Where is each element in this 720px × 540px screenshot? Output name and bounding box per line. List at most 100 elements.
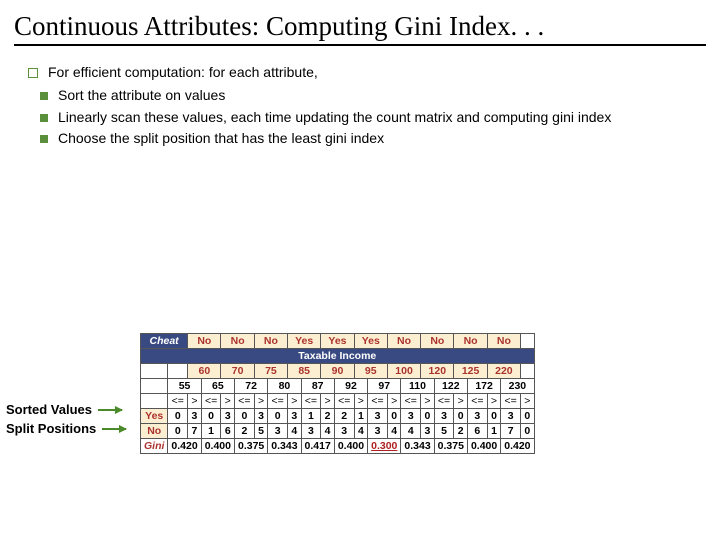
body-content: For efficient computation: for each attr… [0, 52, 720, 147]
arrow-icon [102, 428, 126, 430]
sub-bullet: Linearly scan these values, each time up… [40, 108, 692, 126]
cell: 70 [221, 364, 254, 379]
cell: <= [268, 394, 288, 409]
cell: 3 [368, 424, 388, 439]
cell: 65 [201, 379, 234, 394]
cell: 97 [368, 379, 401, 394]
cell: > [354, 394, 368, 409]
cell: 122 [434, 379, 467, 394]
sub-bullets: Sort the attribute on values Linearly sc… [40, 86, 692, 147]
cell: 2 [234, 424, 254, 439]
cell: 3 [301, 424, 321, 439]
cell: 5 [254, 424, 268, 439]
cell: > [188, 394, 202, 409]
cell: 3 [188, 409, 202, 424]
cell: <= [234, 394, 254, 409]
cell: 3 [334, 424, 354, 439]
cell: 6 [221, 424, 235, 439]
bullet1-text: For efficient computation: for each attr… [48, 64, 318, 80]
cell: 0.343 [268, 439, 301, 454]
cell: 0 [421, 409, 435, 424]
square-fill-icon [40, 92, 48, 100]
cell: Yes [354, 334, 387, 349]
cell [141, 364, 168, 379]
cell: > [221, 394, 235, 409]
cell: 4 [387, 424, 401, 439]
square-open-icon [28, 68, 38, 78]
cell: 80 [268, 379, 301, 394]
cell: 3 [288, 409, 302, 424]
cell: 3 [221, 409, 235, 424]
cell: 0.343 [401, 439, 434, 454]
cell: <= [501, 394, 521, 409]
cell: 2 [321, 409, 335, 424]
cell: 55 [168, 379, 201, 394]
cell: 100 [387, 364, 420, 379]
cell: <= [301, 394, 321, 409]
cell: No [454, 334, 487, 349]
cell: 0 [487, 409, 501, 424]
cell: No [421, 334, 454, 349]
cell: 0.375 [234, 439, 267, 454]
label-sorted: Sorted Values [6, 402, 92, 417]
sub-bullet-text: Linearly scan these values, each time up… [58, 108, 692, 126]
cell: Cheat [141, 334, 188, 349]
cell: > [454, 394, 468, 409]
cell: 0.400 [334, 439, 367, 454]
cell: 60 [188, 364, 221, 379]
cell: <= [401, 394, 421, 409]
cell [521, 364, 535, 379]
cell: 72 [234, 379, 267, 394]
cell: 92 [334, 379, 367, 394]
cell: <= [334, 394, 354, 409]
cell: 0 [168, 424, 188, 439]
sub-bullet: Choose the split position that has the l… [40, 129, 692, 147]
cell: 4 [401, 424, 421, 439]
cell: 1 [301, 409, 321, 424]
cell: No [487, 334, 520, 349]
cell: 3 [254, 409, 268, 424]
cell: 6 [467, 424, 487, 439]
cell: 0.420 [501, 439, 534, 454]
square-fill-icon [40, 135, 48, 143]
cell: 0 [521, 424, 535, 439]
cell: 75 [254, 364, 287, 379]
cell: > [421, 394, 435, 409]
cell: Yes [288, 334, 321, 349]
cell: Gini [141, 439, 168, 454]
cell: 4 [288, 424, 302, 439]
cell: <= [168, 394, 188, 409]
cell: 5 [434, 424, 454, 439]
cell: No [387, 334, 420, 349]
cell: Yes [321, 334, 354, 349]
cell: <= [467, 394, 487, 409]
cell: 120 [421, 364, 454, 379]
cell: Yes [141, 409, 168, 424]
cell: 87 [301, 379, 334, 394]
arrow-icon [98, 409, 122, 411]
cell: 85 [288, 364, 321, 379]
cell [521, 334, 535, 349]
cell: 230 [501, 379, 534, 394]
cell: 220 [487, 364, 520, 379]
cell: <= [201, 394, 221, 409]
cell: 90 [321, 364, 354, 379]
cell: 2 [334, 409, 354, 424]
cell: No [141, 424, 168, 439]
cell: 0 [387, 409, 401, 424]
cell: 0.420 [168, 439, 201, 454]
cell [168, 364, 188, 379]
cell: 2 [454, 424, 468, 439]
cell: 125 [454, 364, 487, 379]
cell: 110 [401, 379, 434, 394]
cell: 4 [321, 424, 335, 439]
cell: > [254, 394, 268, 409]
cell: 0 [234, 409, 254, 424]
cell: 7 [188, 424, 202, 439]
cell: 0.400 [201, 439, 234, 454]
cell: 3 [421, 424, 435, 439]
cell: > [387, 394, 401, 409]
cell: 172 [467, 379, 500, 394]
cell: 3 [368, 409, 388, 424]
cell [141, 394, 168, 409]
